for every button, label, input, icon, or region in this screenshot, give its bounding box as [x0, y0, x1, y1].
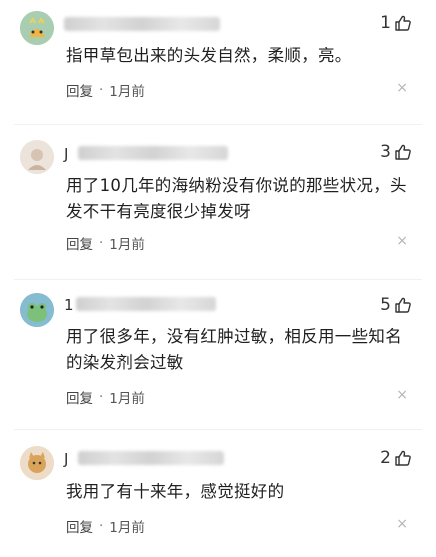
close-icon[interactable]: ×	[396, 234, 408, 248]
avatar-image	[20, 293, 54, 327]
username-prefix[interactable]: 1	[64, 297, 74, 313]
close-icon[interactable]: ×	[396, 517, 408, 531]
avatar[interactable]	[20, 140, 54, 174]
like-button[interactable]: 2	[380, 449, 412, 467]
username-prefix[interactable]: J	[64, 146, 68, 162]
reply-button[interactable]: 回复	[66, 233, 93, 253]
username-blurred[interactable]	[78, 146, 228, 160]
meta-separator: ·	[99, 235, 104, 251]
avatar-image	[20, 140, 54, 174]
like-button[interactable]: 5	[380, 296, 412, 314]
username-blurred[interactable]	[78, 451, 224, 465]
comment-text: 指甲草包出来的头发自然，柔顺，亮。	[66, 46, 352, 65]
reply-button[interactable]: 回复	[66, 516, 93, 536]
username-blurred[interactable]	[64, 17, 220, 31]
reply-button[interactable]: 回复	[66, 80, 93, 100]
like-count: 5	[380, 295, 391, 315]
comment-time: 1月前	[109, 391, 145, 407]
comment-text: 我用了有十来年，感觉挺好的	[66, 482, 285, 501]
comment-item: J 2 我用了有十来年，感觉挺好的 回复 · 1月前 ×	[0, 430, 436, 557]
thumbs-up-icon	[395, 144, 411, 160]
avatar[interactable]	[20, 446, 54, 480]
like-count: 3	[380, 142, 391, 162]
meta-separator: ·	[99, 389, 104, 405]
avatar-image	[20, 11, 54, 45]
thumbs-up-icon	[395, 450, 411, 466]
like-button[interactable]: 3	[380, 143, 412, 161]
username-blurred[interactable]	[76, 297, 216, 311]
comment-text: 用了10几年的海纳粉没有你说的那些状况，头发不干有亮度很少掉发呀	[66, 176, 407, 221]
comment-item: 1 指甲草包出来的头发自然，柔顺，亮。 回复 · 1月前 ×	[0, 0, 436, 125]
avatar[interactable]	[20, 11, 54, 45]
comment-meta: 回复 · 1月前	[66, 516, 145, 536]
comment-item: 1 5 用了很多年，没有红肿过敏，相反用一些知名的染发剂会过敏 回复 · 1月前…	[0, 280, 436, 430]
like-count: 2	[380, 448, 391, 468]
comment-time: 1月前	[109, 237, 145, 253]
comment-meta: 回复 · 1月前	[66, 80, 145, 100]
username-prefix[interactable]: J	[64, 451, 68, 467]
thumbs-up-icon	[395, 297, 411, 313]
meta-separator: ·	[99, 82, 104, 98]
thumbs-up-icon	[395, 15, 411, 31]
comment-item: J 3 用了10几年的海纳粉没有你说的那些状况，头发不干有亮度很少掉发呀 回复 …	[0, 125, 436, 280]
like-count: 1	[380, 13, 391, 33]
comment-text: 用了很多年，没有红肿过敏，相反用一些知名的染发剂会过敏	[66, 327, 402, 372]
close-icon[interactable]: ×	[396, 81, 408, 95]
comment-meta: 回复 · 1月前	[66, 387, 145, 407]
reply-button[interactable]: 回复	[66, 387, 93, 407]
meta-separator: ·	[99, 518, 104, 534]
avatar-image	[20, 446, 54, 480]
like-button[interactable]: 1	[380, 14, 412, 32]
comment-time: 1月前	[109, 520, 145, 536]
avatar[interactable]	[20, 293, 54, 327]
comment-time: 1月前	[109, 84, 145, 100]
close-icon[interactable]: ×	[396, 388, 408, 402]
comment-meta: 回复 · 1月前	[66, 233, 145, 253]
